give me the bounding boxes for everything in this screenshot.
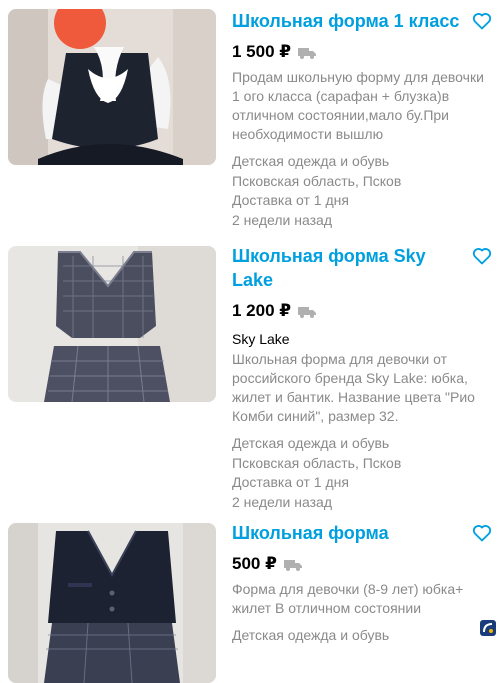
- listing-price: 500 ₽: [232, 554, 277, 573]
- listing-description: Продам школьную форму для девочки 1 ого …: [232, 69, 484, 142]
- listing-photo[interactable]: [8, 246, 216, 402]
- truck-icon: [298, 46, 317, 59]
- heart-outline-icon[interactable]: [472, 246, 492, 266]
- app-badge-icon: [480, 620, 496, 636]
- listing-brand: Sky Lake: [232, 331, 290, 347]
- listing-description: Школьная форма для девочки от российског…: [232, 351, 475, 424]
- listing-info: Школьная форма 500 ₽ Форма для девочки (…: [232, 521, 490, 646]
- listing-delivery: Доставка от 1 дня: [232, 474, 349, 490]
- listing-category: Детская одежда и обувь: [232, 627, 390, 643]
- truck-icon: [283, 558, 302, 571]
- listing-photo-image: [8, 246, 216, 402]
- listing-posted-time: 2 недели назад: [232, 493, 332, 510]
- listing-photo[interactable]: [8, 9, 216, 165]
- listing-title-link[interactable]: Школьная форма Sky Lake: [232, 244, 468, 292]
- listing-category: Детская одежда и обувь: [232, 153, 390, 169]
- listing-location: Псковская область, Псков: [232, 454, 402, 471]
- listing-description: Форма для девочки (8-9 лет) юбка+ жилет …: [232, 581, 464, 616]
- listing-category: Детская одежда и обувь: [232, 435, 390, 451]
- listing-card[interactable]: Школьная форма Sky Lake 1 200 ₽ Sky Lake…: [0, 244, 498, 510]
- listing-card[interactable]: Школьная форма 1 класс 1 500 ₽ Продам шк…: [0, 9, 498, 239]
- listing-price: 1 500 ₽: [232, 42, 292, 61]
- listing-info: Школьная форма Sky Lake 1 200 ₽ Sky Lake…: [232, 244, 490, 512]
- listing-price: 1 200 ₽: [232, 301, 292, 320]
- heart-outline-icon[interactable]: [472, 523, 492, 543]
- listing-card[interactable]: Школьная форма 500 ₽ Форма для девочки (…: [0, 521, 498, 683]
- heart-outline-icon[interactable]: [472, 11, 492, 31]
- listing-title-link[interactable]: Школьная форма 1 класс: [232, 9, 468, 33]
- listing-posted-time: 2 недели назад: [232, 211, 332, 228]
- listing-photo-image: [8, 523, 216, 683]
- listing-photo-image: [8, 9, 216, 165]
- listing-location: Псковская область, Псков: [232, 172, 402, 189]
- listing-photo[interactable]: [8, 523, 216, 683]
- listing-title-link[interactable]: Школьная форма: [232, 521, 468, 545]
- listing-info: Школьная форма 1 класс 1 500 ₽ Продам шк…: [232, 9, 490, 230]
- truck-icon: [298, 305, 317, 318]
- listing-delivery: Доставка от 1 дня: [232, 192, 349, 208]
